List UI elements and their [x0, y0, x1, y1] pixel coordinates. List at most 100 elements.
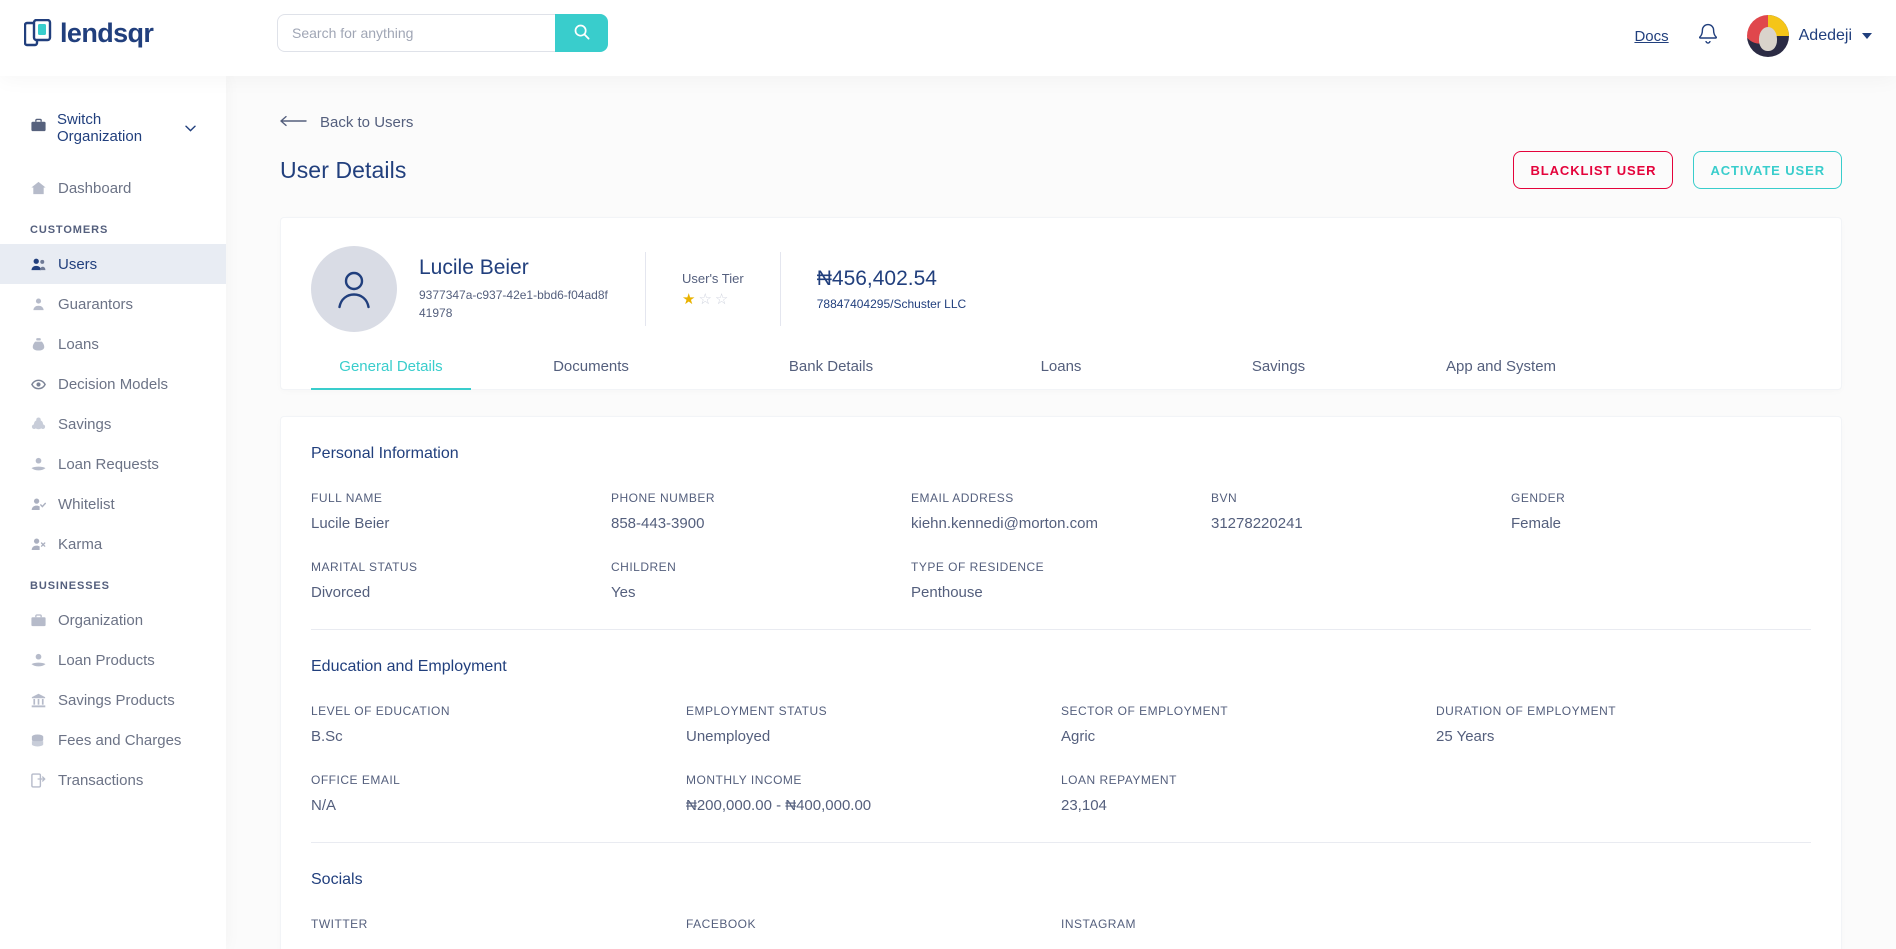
field-value: Female [1511, 515, 1562, 532]
switch-organization-button[interactable]: Switch Organization [0, 111, 226, 145]
field-label: FULL NAME [311, 491, 383, 505]
guarantors-icon [30, 296, 47, 313]
field-label: GENDER [1511, 491, 1566, 505]
user-detail-tabs: General Details Documents Bank Details L… [311, 358, 1811, 390]
field-label: EMAIL ADDRESS [911, 491, 1014, 505]
sidebar-item-loan-products[interactable]: Loan Products [0, 640, 226, 680]
field-phone-number: PHONE NUMBER 858-443-3900 [611, 491, 911, 532]
search-icon [574, 24, 590, 43]
chevron-down-icon [1862, 33, 1872, 39]
sidebar-item-users[interactable]: Users [0, 244, 226, 284]
user-name: Lucile Beier [419, 256, 529, 280]
sidebar-item-dashboard[interactable]: Dashboard [0, 168, 226, 208]
field-value: kiehn.kennedi@morton.com [911, 515, 1098, 532]
field-instagram: INSTAGRAM [1061, 917, 1436, 941]
account-balance: ₦456,402.54 [816, 267, 937, 290]
tab-bank-details[interactable]: Bank Details [711, 358, 951, 389]
sidebar-item-label: Savings [58, 415, 112, 433]
sidebar-item-loan-requests[interactable]: Loan Requests [0, 444, 226, 484]
star-empty-icon: ☆ [698, 291, 712, 308]
search-input[interactable] [277, 14, 555, 52]
star-filled-icon: ★ [682, 291, 696, 308]
decision-models-icon [30, 376, 47, 393]
docs-link[interactable]: Docs [1634, 28, 1668, 45]
field-label: OFFICE EMAIL [311, 773, 401, 787]
account-number-bank: 78847404295/Schuster LLC [816, 297, 967, 311]
tab-documents[interactable]: Documents [471, 358, 711, 389]
field-level-of-education: LEVEL OF EDUCATION B.Sc [311, 704, 686, 745]
sidebar-section-businesses: BUSINESSES [30, 580, 110, 592]
section-title-education-employment: Education and Employment [311, 658, 507, 675]
loan-products-icon [30, 652, 47, 669]
sidebar-item-transactions[interactable]: Transactions [0, 760, 226, 800]
briefcase-icon [30, 117, 47, 139]
fees-charges-icon [30, 732, 47, 749]
field-value: Yes [611, 584, 636, 601]
field-value: Agric [1061, 728, 1096, 745]
tier-stars: ★ ☆ ☆ [682, 292, 744, 307]
search-button[interactable] [555, 14, 608, 52]
users-icon [30, 256, 47, 273]
karma-icon [30, 536, 47, 553]
sidebar-item-label: Loans [58, 335, 99, 353]
user-profile-menu[interactable]: Adedeji [1746, 15, 1872, 57]
user-tier-label: User's Tier [682, 271, 744, 286]
field-sector-of-employment: SECTOR OF EMPLOYMENT Agric [1061, 704, 1436, 745]
user-summary: Lucile Beier 9377347a-c937-42e1-bbd6-f04… [311, 246, 1811, 358]
sidebar-item-fees-and-charges[interactable]: Fees and Charges [0, 720, 226, 760]
blacklist-user-button[interactable]: BLACKLIST USER [1513, 151, 1674, 189]
sidebar-item-label: Savings Products [58, 691, 175, 709]
user-id: 9377347a-c937-42e1-bbd6-f04ad8f41978 [419, 288, 608, 320]
field-value: 31278220241 [1211, 515, 1303, 532]
user-account-summary: ₦456,402.54 78847404295/Schuster LLC [817, 267, 966, 311]
personal-information-fields: FULL NAME Lucile Beier PHONE NUMBER 858-… [311, 491, 1811, 601]
sidebar-item-guarantors[interactable]: Guarantors [0, 284, 226, 324]
top-navigation-bar: lendsqr Docs Adedeji [0, 0, 1896, 76]
field-monthly-income: MONTHLY INCOME ₦200,000.00 - ₦400,000.00 [686, 773, 1061, 814]
tab-savings[interactable]: Savings [1171, 358, 1386, 389]
field-duration-of-employment: DURATION OF EMPLOYMENT 25 Years [1436, 704, 1811, 745]
sidebar-item-karma[interactable]: Karma [0, 524, 226, 564]
sidebar-item-label: Dashboard [58, 179, 132, 197]
field-gender: GENDER Female [1511, 491, 1811, 532]
field-value: N/A [311, 797, 337, 814]
sidebar-item-savings[interactable]: Savings [0, 404, 226, 444]
back-to-users-link[interactable]: Back to Users [280, 114, 413, 131]
sidebar-item-label: Users [58, 255, 98, 273]
sidebar-item-decision-models[interactable]: Decision Models [0, 364, 226, 404]
field-value: B.Sc [311, 728, 343, 745]
field-children: CHILDREN Yes [611, 560, 911, 601]
tab-loans[interactable]: Loans [951, 358, 1171, 389]
activate-user-button[interactable]: ACTIVATE USER [1693, 151, 1842, 189]
sidebar-item-loans[interactable]: Loans [0, 324, 226, 364]
switch-organization-label: Switch Organization [57, 111, 143, 145]
tab-general-details[interactable]: General Details [311, 358, 471, 390]
logo-text: lendsqr [60, 18, 154, 48]
divider [645, 252, 646, 326]
sidebar-item-label: Decision Models [58, 375, 169, 393]
field-facebook: FACEBOOK [686, 917, 1061, 941]
app-logo[interactable]: lendsqr [23, 18, 154, 49]
bell-icon[interactable] [1697, 22, 1719, 51]
whitelist-icon [30, 496, 47, 513]
savings-icon [30, 416, 47, 433]
topbar-right-actions: Docs Adedeji [1634, 12, 1872, 60]
sidebar-item-savings-products[interactable]: Savings Products [0, 680, 226, 720]
sidebar-item-organization[interactable]: Organization [0, 600, 226, 640]
field-type-of-residence: TYPE OF RESIDENCE Penthouse [911, 560, 1211, 601]
profile-name: Adedeji [1798, 27, 1852, 44]
sidebar-item-label: Guarantors [58, 295, 134, 313]
divider [311, 629, 1811, 630]
user-identity: Lucile Beier 9377347a-c937-42e1-bbd6-f04… [419, 256, 609, 322]
field-value: 25 Years [1436, 728, 1495, 745]
sidebar-item-whitelist[interactable]: Whitelist [0, 484, 226, 524]
field-full-name: FULL NAME Lucile Beier [311, 491, 611, 532]
tab-app-and-system[interactable]: App and System [1386, 358, 1616, 389]
field-label: LEVEL OF EDUCATION [311, 704, 451, 718]
field-label: EMPLOYMENT STATUS [686, 704, 828, 718]
user-tier: User's Tier ★ ☆ ☆ [682, 271, 744, 307]
field-employment-status: EMPLOYMENT STATUS Unemployed [686, 704, 1061, 745]
field-value: 858-443-3900 [611, 515, 705, 532]
loans-icon [30, 336, 47, 353]
field-label: DURATION OF EMPLOYMENT [1436, 704, 1617, 718]
